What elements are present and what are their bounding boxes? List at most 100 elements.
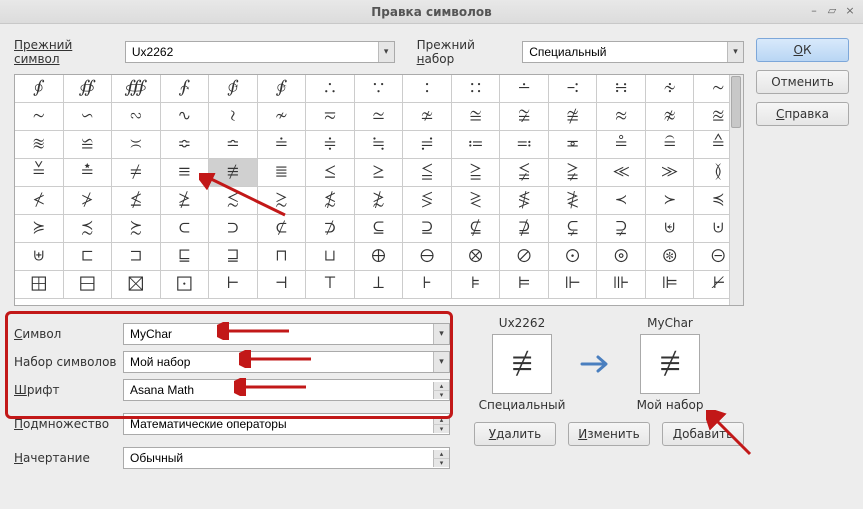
- symbol-cell[interactable]: ≉: [646, 103, 695, 131]
- symbol-cell[interactable]: ≨: [500, 159, 549, 187]
- minimize-icon[interactable]: –: [807, 3, 821, 17]
- symbol-cell[interactable]: ≈: [597, 103, 646, 131]
- symbol-cell[interactable]: ≺: [597, 187, 646, 215]
- symbol-cell[interactable]: ⊞: [15, 271, 64, 299]
- symbol-cell[interactable]: ⊧: [452, 271, 501, 299]
- symbol-cell[interactable]: ⊄: [258, 215, 307, 243]
- symbol-cell[interactable]: ⊌: [646, 215, 695, 243]
- style-input[interactable]: [124, 451, 433, 465]
- symbol-input[interactable]: [124, 327, 433, 341]
- symbol-cell[interactable]: ⊩: [549, 271, 598, 299]
- symbol-cell[interactable]: ≂: [306, 103, 355, 131]
- symbol-cell[interactable]: ⊋: [597, 215, 646, 243]
- symbol-cell[interactable]: ≐: [258, 131, 307, 159]
- help-button[interactable]: Справка: [756, 102, 849, 126]
- symbol-cell[interactable]: ≥: [355, 159, 404, 187]
- symbol-cell[interactable]: ∿: [161, 103, 210, 131]
- symbol-cell[interactable]: ∾: [112, 103, 161, 131]
- symbol-cell[interactable]: ⊡: [161, 271, 210, 299]
- symbol-cell[interactable]: ≍: [112, 131, 161, 159]
- symbol-cell[interactable]: ⊕: [355, 243, 404, 271]
- symbol-cell[interactable]: ⊗: [452, 243, 501, 271]
- symbol-cell[interactable]: ⊊: [549, 215, 598, 243]
- symbol-cell[interactable]: ≿: [112, 215, 161, 243]
- delete-button[interactable]: Удалить: [474, 422, 556, 446]
- spin-down-icon[interactable]: ▾: [433, 425, 449, 433]
- symbol-cell[interactable]: ≤: [306, 159, 355, 187]
- chevron-down-icon[interactable]: ▾: [433, 352, 449, 372]
- symbol-cell[interactable]: ⊤: [306, 271, 355, 299]
- symbol-cell[interactable]: ≡: [161, 159, 210, 187]
- symbol-cell[interactable]: ≖: [549, 131, 598, 159]
- symbol-cell[interactable]: ≁: [258, 103, 307, 131]
- scrollbar[interactable]: [729, 75, 743, 305]
- symbol-cell[interactable]: ∻: [646, 75, 695, 103]
- subset-combo[interactable]: ▴▾: [123, 413, 450, 435]
- maximize-icon[interactable]: ▱: [825, 3, 839, 17]
- spin-up-icon[interactable]: ▴: [433, 382, 449, 391]
- symbol-cell[interactable]: ≎: [161, 131, 210, 159]
- symbol-cell[interactable]: ⊒: [209, 243, 258, 271]
- symbol-cell[interactable]: ⊛: [646, 243, 695, 271]
- symbol-cell[interactable]: ∵: [355, 75, 404, 103]
- style-combo[interactable]: ▴▾: [123, 447, 450, 469]
- symbol-set-combo[interactable]: ▾: [123, 351, 450, 373]
- symbol-cell[interactable]: ≅: [452, 103, 501, 131]
- symbol-cell[interactable]: ∳: [258, 75, 307, 103]
- spin-down-icon[interactable]: ▾: [433, 391, 449, 399]
- symbol-cell[interactable]: ≣: [258, 159, 307, 187]
- change-button[interactable]: Изменить: [568, 422, 650, 446]
- symbol-cell[interactable]: ∶: [403, 75, 452, 103]
- symbol-cell[interactable]: ≋: [15, 131, 64, 159]
- symbol-cell[interactable]: ⊙: [549, 243, 598, 271]
- symbol-cell[interactable]: ∰: [112, 75, 161, 103]
- symbol-cell[interactable]: ≮: [15, 187, 64, 215]
- symbol-cell[interactable]: ≽: [15, 215, 64, 243]
- symbol-cell[interactable]: ≲: [209, 187, 258, 215]
- symbol-cell[interactable]: ≔: [452, 131, 501, 159]
- add-button[interactable]: Добавить: [662, 422, 744, 446]
- symbol-cell[interactable]: ∮: [15, 75, 64, 103]
- symbol-cell[interactable]: ⊈: [452, 215, 501, 243]
- symbol-cell[interactable]: ≹: [549, 187, 598, 215]
- symbol-cell[interactable]: ⊆: [355, 215, 404, 243]
- symbol-cell[interactable]: ⊓: [258, 243, 307, 271]
- symbol-cell[interactable]: ≆: [500, 103, 549, 131]
- symbol-cell[interactable]: ⊨: [500, 271, 549, 299]
- font-combo[interactable]: ▴▾: [123, 379, 450, 401]
- scrollbar-thumb[interactable]: [731, 76, 741, 128]
- chevron-down-icon[interactable]: ▾: [727, 42, 743, 62]
- symbol-cell[interactable]: ≯: [64, 187, 113, 215]
- prev-set-combo[interactable]: ▾: [522, 41, 744, 63]
- symbol-cell[interactable]: ∯: [64, 75, 113, 103]
- symbol-cell[interactable]: ≰: [112, 187, 161, 215]
- symbol-cell[interactable]: ≸: [500, 187, 549, 215]
- symbol-cell[interactable]: ∼: [15, 103, 64, 131]
- symbol-cell[interactable]: ⊦: [403, 271, 452, 299]
- symbol-cell[interactable]: ≳: [258, 187, 307, 215]
- symbol-cell[interactable]: ≕: [500, 131, 549, 159]
- symbol-cell[interactable]: ⊃: [209, 215, 258, 243]
- symbol-cell[interactable]: ⊚: [597, 243, 646, 271]
- symbol-cell[interactable]: ∺: [597, 75, 646, 103]
- chevron-down-icon[interactable]: ▾: [378, 42, 394, 62]
- symbol-cell[interactable]: ⊫: [646, 271, 695, 299]
- symbol-cell[interactable]: ≪: [597, 159, 646, 187]
- symbol-cell[interactable]: ≃: [355, 103, 404, 131]
- spin-up-icon[interactable]: ▴: [433, 450, 449, 459]
- symbol-cell[interactable]: ⊟: [64, 271, 113, 299]
- symbol-cell[interactable]: ≧: [452, 159, 501, 187]
- symbol-cell[interactable]: ≾: [64, 215, 113, 243]
- symbol-cell[interactable]: ≄: [403, 103, 452, 131]
- symbol-cell[interactable]: ⊑: [161, 243, 210, 271]
- symbol-cell[interactable]: ∹: [549, 75, 598, 103]
- ok-button[interactable]: ОК: [756, 38, 849, 62]
- symbol-cell[interactable]: ⊪: [597, 271, 646, 299]
- symbol-cell[interactable]: ⊖: [403, 243, 452, 271]
- symbol-cell[interactable]: ≌: [64, 131, 113, 159]
- symbol-cell[interactable]: ∽: [64, 103, 113, 131]
- symbol-set-input[interactable]: [124, 355, 433, 369]
- symbol-cell[interactable]: ⊏: [64, 243, 113, 271]
- symbol-cell[interactable]: ⊔: [306, 243, 355, 271]
- font-input[interactable]: [124, 383, 433, 397]
